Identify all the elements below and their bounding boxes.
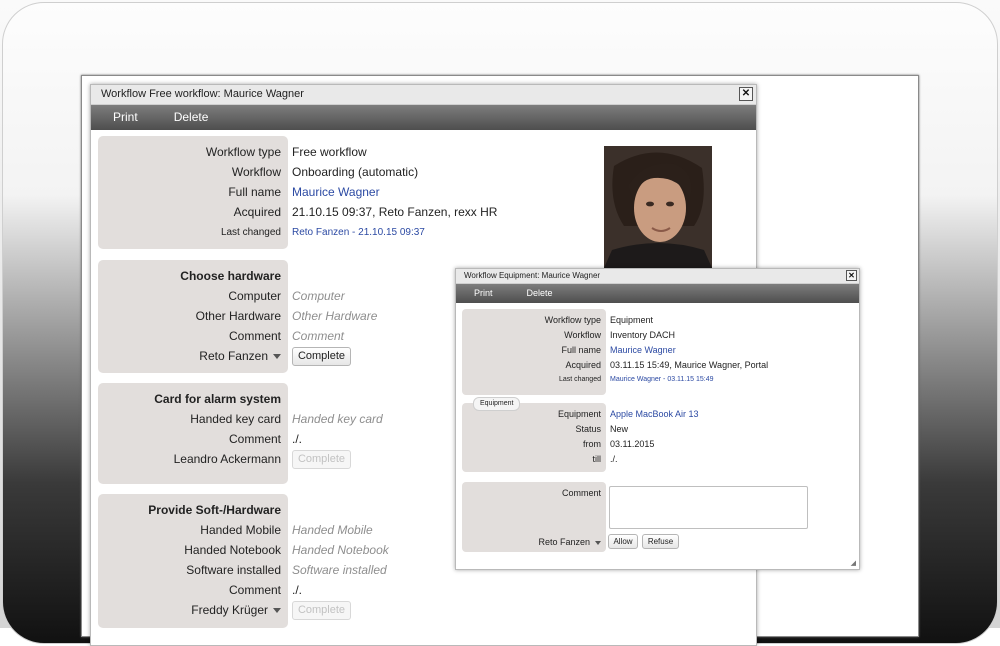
acquired-label: Acquired: [233, 205, 281, 219]
status-value: New: [610, 424, 629, 434]
notebook-label: Handed Notebook: [184, 543, 281, 557]
refuse-button[interactable]: Refuse: [642, 534, 679, 549]
alarm-complete-button[interactable]: Complete: [292, 450, 351, 469]
from-value: 03.11.2015: [610, 439, 655, 449]
hardware-comment-label: Comment: [228, 329, 281, 343]
from-label: from: [583, 439, 601, 449]
workflow-type-value: Free workflow: [292, 145, 367, 159]
software-installed-label: Software installed: [186, 563, 281, 577]
main-toolbar: Print Delete: [91, 105, 756, 130]
alarm-title: Card for alarm system: [154, 392, 281, 406]
eq-workflow-type-value: Equipment: [610, 315, 654, 325]
hardware-comment-field[interactable]: Comment: [292, 329, 344, 343]
software-title: Provide Soft-/Hardware: [148, 503, 281, 517]
alarm-comment-label: Comment: [228, 432, 281, 446]
equipment-label: Equipment: [557, 409, 601, 419]
hardware-assignee-dropdown[interactable]: Reto Fanzen: [98, 349, 281, 363]
portrait-image: [604, 146, 712, 268]
full-name-label: Full name: [228, 185, 281, 199]
chevron-down-icon: [273, 354, 281, 360]
notebook-field[interactable]: Handed Notebook: [292, 543, 389, 557]
till-value: ./.: [610, 454, 618, 464]
chevron-down-icon: [273, 608, 281, 614]
eq-full-name-link[interactable]: Maurice Wagner: [610, 345, 676, 355]
equipment-print-button[interactable]: Print: [456, 284, 511, 303]
till-label: till: [592, 454, 602, 464]
software-assignee-name: Freddy Krüger: [191, 603, 268, 617]
equipment-toolbar: Print Delete: [456, 284, 859, 303]
other-hardware-field[interactable]: Other Hardware: [292, 309, 377, 323]
software-assignee-dropdown[interactable]: Freddy Krüger: [98, 603, 281, 617]
equipment-dialog: Workflow Equipment: Maurice Wagner ✕ Pri…: [455, 268, 860, 570]
approval-assignee-name: Reto Fanzen: [538, 537, 590, 547]
workflow-value: Onboarding (automatic): [292, 165, 419, 179]
equipment-window-title: Workflow Equipment: Maurice Wagner: [464, 271, 601, 280]
main-print-button[interactable]: Print: [91, 105, 160, 130]
equipment-titlebar: Workflow Equipment: Maurice Wagner ✕: [456, 269, 859, 284]
keycard-field[interactable]: Handed key card: [292, 412, 383, 426]
approval-comment-input[interactable]: [609, 486, 808, 529]
computer-field[interactable]: Computer: [292, 289, 345, 303]
approval-assignee-dropdown[interactable]: Reto Fanzen: [462, 537, 601, 547]
eq-last-changed-label: Last changed: [558, 376, 601, 383]
other-hardware-label: Other Hardware: [195, 309, 281, 323]
software-comment-value: ./.: [292, 583, 303, 597]
main-titlebar: Workflow Free workflow: Maurice Wagner ✕: [91, 85, 756, 105]
resize-grip-icon[interactable]: ◢: [851, 559, 856, 567]
employee-photo: [604, 146, 712, 268]
eq-acquired-value: 03.11.15 15:49, Maurice Wagner, Portal: [610, 360, 769, 370]
workflow-label: Workflow: [231, 165, 281, 179]
hardware-title: Choose hardware: [180, 269, 281, 283]
eq-full-name-label: Full name: [561, 345, 601, 355]
software-comment-label: Comment: [228, 583, 281, 597]
allow-button[interactable]: Allow: [608, 534, 638, 549]
main-delete-button[interactable]: Delete: [160, 105, 223, 130]
approval-comment-label: Comment: [561, 488, 601, 498]
hardware-complete-button[interactable]: Complete: [292, 347, 351, 366]
eq-acquired-label: Acquired: [565, 360, 601, 370]
eq-workflow-value: Inventory DACH: [610, 330, 676, 340]
equipment-link[interactable]: Apple MacBook Air 13: [610, 409, 699, 419]
status-label: Status: [575, 424, 601, 434]
software-installed-field[interactable]: Software installed: [292, 563, 387, 577]
hardware-assignee-name: Reto Fanzen: [199, 349, 268, 363]
workflow-type-label: Workflow type: [205, 145, 281, 159]
eq-last-changed-link[interactable]: Maurice Wagner - 03.11.15 15:49: [610, 376, 714, 383]
mobile-field[interactable]: Handed Mobile: [292, 523, 373, 537]
alarm-comment-value: ./.: [292, 432, 303, 446]
alarm-assignee: Leandro Ackermann: [173, 452, 281, 466]
keycard-label: Handed key card: [190, 412, 281, 426]
equipment-close-button[interactable]: ✕: [846, 270, 857, 281]
chevron-down-icon: [595, 540, 601, 545]
last-changed-link[interactable]: Reto Fanzen - 21.10.15 09:37: [292, 227, 425, 238]
main-window-title: Workflow Free workflow: Maurice Wagner: [101, 88, 304, 100]
computer-label: Computer: [228, 289, 281, 303]
eq-workflow-label: Workflow: [564, 330, 601, 340]
full-name-link[interactable]: Maurice Wagner: [292, 185, 380, 199]
main-close-button[interactable]: ✕: [739, 87, 753, 101]
acquired-value: 21.10.15 09:37, Reto Fanzen, rexx HR: [292, 205, 498, 219]
mobile-label: Handed Mobile: [200, 523, 281, 537]
software-complete-button[interactable]: Complete: [292, 601, 351, 620]
eq-workflow-type-label: Workflow type: [544, 315, 601, 325]
equipment-delete-button[interactable]: Delete: [511, 284, 569, 303]
last-changed-label: Last changed: [220, 227, 281, 238]
